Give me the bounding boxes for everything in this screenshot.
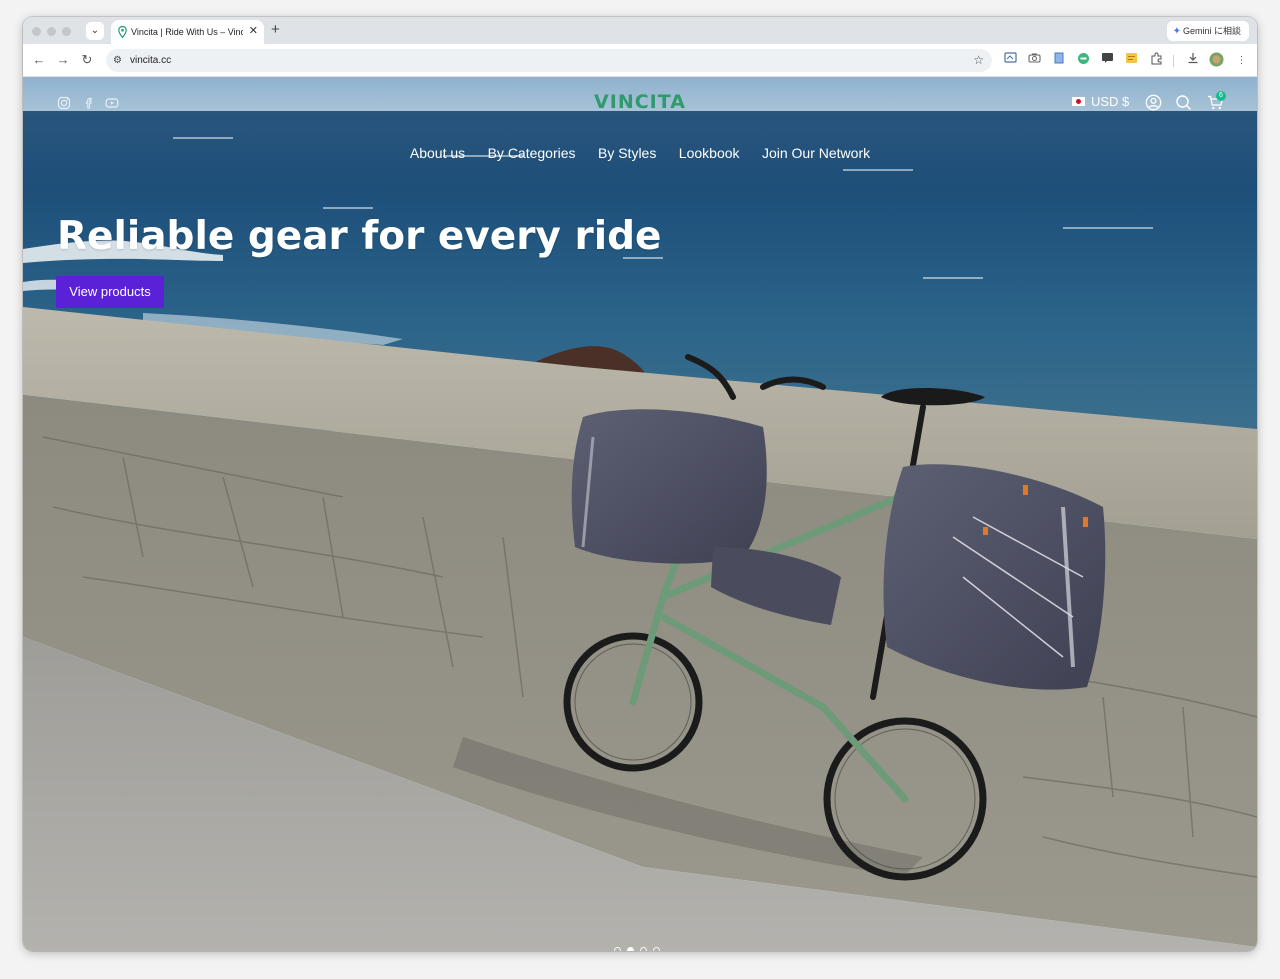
back-icon[interactable]: ←	[31, 52, 47, 68]
nav-join-our-network[interactable]: Join Our Network	[762, 144, 870, 162]
cart-count-badge: 6	[1216, 91, 1226, 101]
window-close-button[interactable]	[32, 27, 41, 36]
tab-close-icon[interactable]: ✕	[249, 25, 258, 38]
account-icon[interactable]	[1145, 94, 1162, 111]
hero-banner: VINCITA USD $ 6 About us By Categories B…	[23, 77, 1257, 951]
download-icon[interactable]	[1184, 52, 1201, 69]
page-background: ⌄ Vincita | Ride With Us – Vincita ✕ + ✦…	[0, 0, 1280, 979]
chat-extension-icon[interactable]	[1099, 52, 1116, 69]
toolbar-separator	[1173, 55, 1174, 67]
new-tab-button[interactable]: +	[271, 22, 280, 38]
nav-by-styles[interactable]: By Styles	[598, 144, 656, 162]
gemini-label: Gemini に相談	[1182, 26, 1241, 36]
hero-photo-bicycle-seawall	[23, 77, 1257, 951]
window-zoom-button[interactable]	[62, 27, 71, 36]
slide-dot-4[interactable]	[653, 947, 660, 951]
slide-dot-1[interactable]	[614, 947, 621, 951]
cast-extension-icon[interactable]	[1002, 52, 1019, 69]
url-text[interactable]: vincita.cc	[130, 54, 171, 67]
bookmark-star-icon[interactable]: ☆	[973, 53, 984, 68]
view-products-button[interactable]: View products	[56, 276, 164, 308]
address-bar[interactable]: ⚙ vincita.cc ☆	[106, 49, 992, 72]
tab-search-dropdown[interactable]: ⌄	[86, 22, 104, 40]
forward-icon[interactable]: →	[55, 52, 71, 68]
puzzle-extensions-icon[interactable]	[1148, 52, 1165, 69]
hero-title: Reliable gear for every ride	[57, 214, 662, 259]
nav-lookbook[interactable]: Lookbook	[679, 144, 740, 162]
tab-strip: ⌄ Vincita | Ride With Us – Vincita ✕ + ✦…	[23, 17, 1257, 45]
gemini-button[interactable]: ✦ Gemini に相談	[1166, 21, 1249, 41]
slide-dot-3[interactable]	[640, 947, 647, 951]
browser-toolbar: ← → ↻ ⚙ vincita.cc ☆ ⋮	[23, 44, 1257, 77]
site-logo[interactable]: VINCITA	[591, 91, 689, 113]
nav-about-us[interactable]: About us	[410, 144, 465, 162]
main-nav: About us By Categories By Styles Lookboo…	[23, 144, 1257, 163]
menu-icon[interactable]: ⋮	[1233, 52, 1250, 69]
slide-dot-2[interactable]	[627, 947, 634, 951]
tab-title: Vincita | Ride With Us – Vincita	[131, 27, 243, 37]
currency-selector[interactable]: USD $	[1072, 93, 1129, 111]
search-icon[interactable]	[1175, 94, 1192, 111]
site-info-icon[interactable]: ⚙	[113, 54, 122, 67]
map-pin-favicon-icon	[118, 26, 127, 38]
slideshow-dots	[614, 947, 666, 951]
active-tab[interactable]: Vincita | Ride With Us – Vincita ✕	[111, 20, 264, 45]
browser-window: ⌄ Vincita | Ride With Us – Vincita ✕ + ✦…	[23, 17, 1257, 951]
camera-extension-icon[interactable]	[1026, 52, 1043, 69]
instagram-icon[interactable]	[57, 96, 71, 110]
reload-icon[interactable]: ↻	[79, 52, 95, 68]
currency-label: USD $	[1091, 94, 1130, 109]
japan-flag-icon	[1072, 97, 1085, 107]
profile-icon[interactable]	[1208, 52, 1225, 69]
facebook-icon[interactable]	[82, 96, 96, 110]
window-minimize-button[interactable]	[47, 27, 56, 36]
youtube-icon[interactable]	[105, 96, 119, 110]
site-header: VINCITA USD $ 6 About us By Categories B…	[23, 77, 1257, 167]
document-extension-icon[interactable]	[1050, 52, 1067, 69]
nav-by-categories[interactable]: By Categories	[488, 144, 576, 162]
green-badge-extension-icon[interactable]	[1075, 52, 1092, 69]
gemini-sparkle-icon: ✦	[1172, 26, 1181, 37]
note-extension-icon[interactable]	[1123, 52, 1140, 69]
